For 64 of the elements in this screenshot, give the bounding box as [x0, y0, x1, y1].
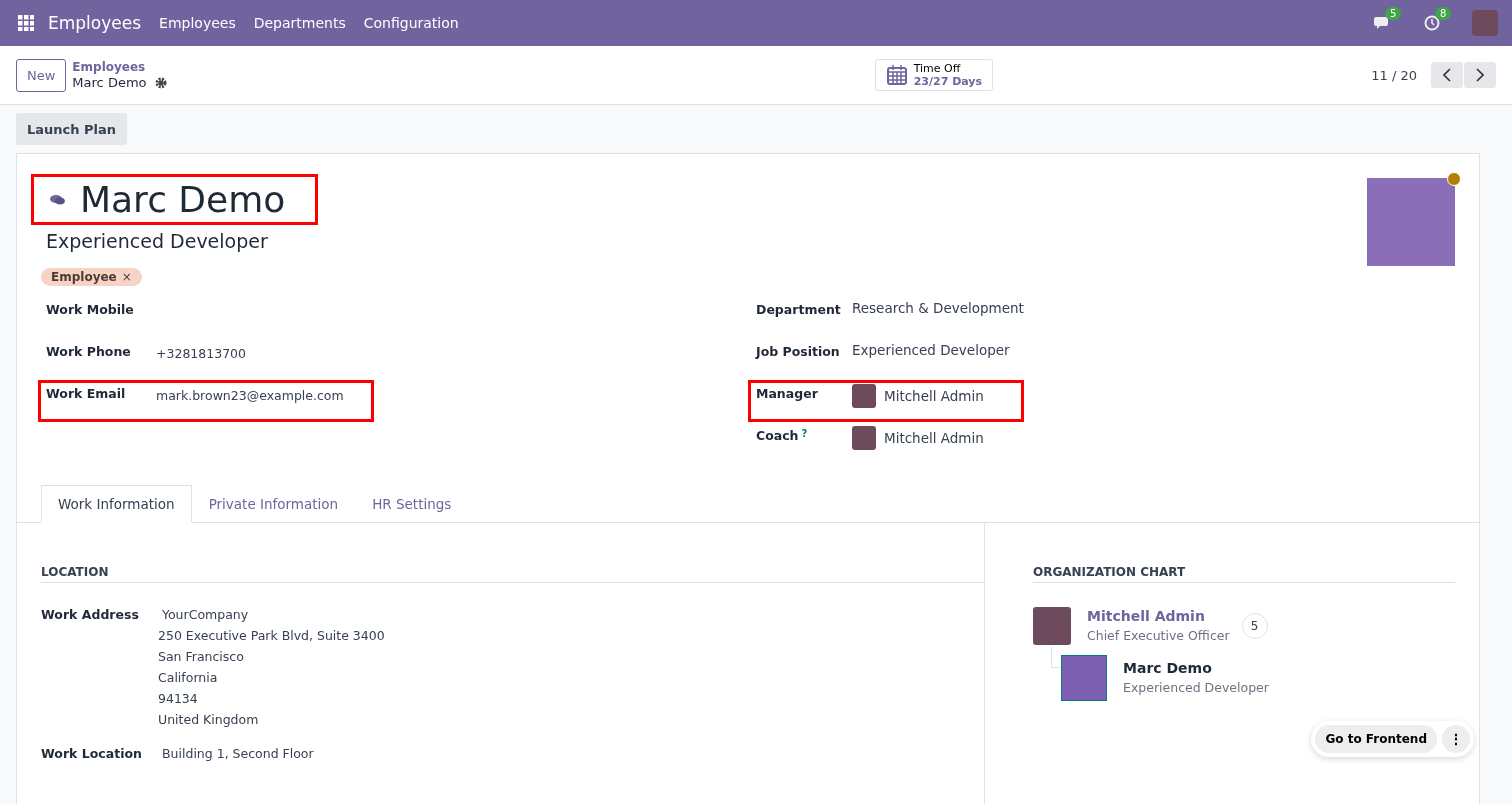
tab[interactable]: HR Settings	[355, 485, 469, 523]
address-line: 94134	[157, 690, 199, 708]
field-label: Work Address	[41, 607, 140, 624]
tab[interactable]: Private Information	[191, 485, 356, 523]
job-title: Chief Executive Officer	[1087, 627, 1230, 645]
field-label: Coach	[756, 428, 799, 443]
pager-counter: 11 / 20	[1371, 67, 1417, 83]
clock-icon[interactable]	[1424, 15, 1440, 31]
section-heading: LOCATION	[41, 565, 984, 583]
previous-button[interactable]	[1431, 62, 1463, 88]
menu-item[interactable]: Configuration	[363, 15, 459, 31]
field-label: Work Email	[46, 386, 127, 401]
address-line: 250 Executive Park Blvd, Suite 3400	[157, 627, 385, 645]
go-to-frontend-button[interactable]: Go to Frontend	[1315, 725, 1437, 753]
photo-placeholder	[1061, 655, 1107, 701]
settings-icon[interactable]	[154, 77, 167, 89]
chat-bubbles-icon[interactable]	[50, 193, 66, 206]
tree-connector	[1051, 647, 1060, 668]
job-title: Experienced Developer	[46, 230, 269, 252]
field-value[interactable]: +3281813700	[156, 346, 246, 361]
field-value[interactable]: mark.brown23@example.com	[156, 388, 344, 403]
chevron-right-icon	[1476, 68, 1484, 82]
field-label: Manager	[756, 386, 818, 401]
field-label: Department	[756, 302, 841, 317]
more-button[interactable]: ⋮	[1442, 725, 1470, 753]
app-title[interactable]: Employees	[48, 13, 142, 33]
launch-plan-button[interactable]: Launch Plan	[16, 113, 128, 145]
activity-count-badge: 8	[1435, 7, 1452, 20]
new-button[interactable]: New	[16, 58, 67, 92]
breadcrumb-link[interactable]: Employees	[72, 59, 167, 75]
address-line: Building 1, Second Floor	[161, 745, 314, 763]
field-label: Work Mobile	[46, 302, 135, 317]
address-line: San Francisco	[157, 648, 245, 666]
help-tooltip-mark[interactable]: ?	[801, 428, 808, 443]
calendar-icon	[885, 64, 908, 86]
field-value[interactable]: Experienced Developer	[852, 342, 1010, 358]
field-label: Work Phone	[46, 344, 132, 359]
address-line: California	[157, 669, 219, 687]
menu-item[interactable]: Employees	[159, 15, 236, 31]
avatar-placeholder	[852, 384, 876, 408]
field-label: Job Position	[756, 344, 840, 359]
field-value[interactable]: Mitchell Admin	[884, 388, 984, 404]
employee-name: Marc Demo	[80, 179, 286, 220]
breadcrumb-current: Marc Demo	[72, 75, 147, 91]
field-label: Work Location	[41, 746, 143, 763]
apps-grid-icon[interactable]	[18, 15, 34, 31]
avatar-placeholder	[852, 426, 876, 450]
employee-name: Marc Demo	[1123, 659, 1213, 678]
address-line: United Kingdom	[157, 711, 260, 729]
avatar-placeholder	[1033, 607, 1071, 645]
status-dot	[1447, 172, 1461, 186]
time-off-button[interactable]: Time Off 23/27 Days	[874, 59, 994, 91]
job-title: Experienced Developer	[1123, 679, 1269, 697]
tab[interactable]: Work Information	[41, 485, 192, 523]
message-count-badge: 5	[1385, 7, 1402, 20]
manager-name-link[interactable]: Mitchell Admin	[1087, 607, 1230, 626]
tag: Employee ×	[41, 268, 142, 286]
address-line: YourCompany	[161, 606, 250, 624]
next-button[interactable]	[1464, 62, 1496, 88]
chevron-left-icon	[1443, 68, 1451, 82]
field-value[interactable]: Mitchell Admin	[884, 430, 984, 446]
menu-item[interactable]: Departments	[253, 15, 346, 31]
field-value[interactable]: Research & Development	[852, 300, 1024, 316]
section-heading: ORGANIZATION CHART	[1033, 565, 1455, 583]
